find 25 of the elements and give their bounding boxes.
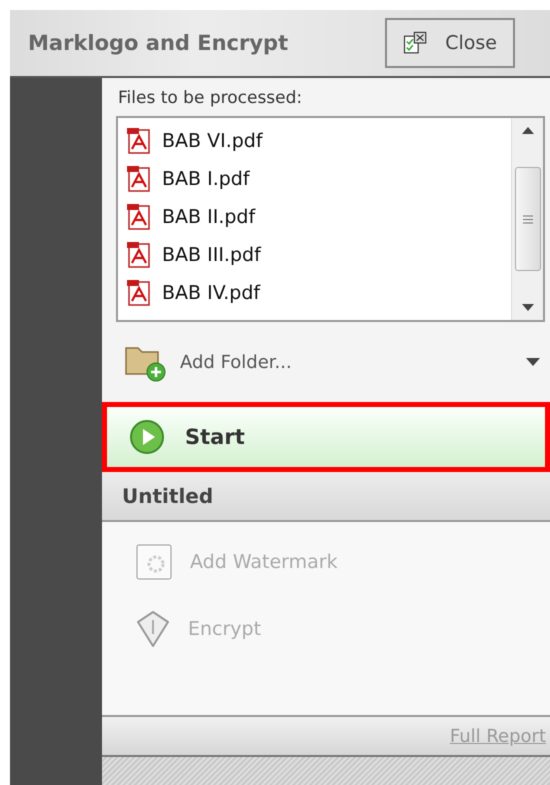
file-name[interactable]: BAB VI.pdf [162, 130, 263, 152]
scroll-bar[interactable] [511, 118, 543, 320]
file-name[interactable]: BAB II.pdf [162, 206, 256, 228]
close-button[interactable]: Close [385, 18, 515, 68]
pdf-file-icon [126, 241, 152, 269]
dropdown-caret-icon [526, 358, 540, 366]
panel-title: Marklogo and Encrypt [28, 31, 288, 55]
gear-icon [136, 544, 172, 580]
files-label: Files to be processed: [117, 87, 304, 108]
pdf-file-icon [126, 203, 152, 231]
scroll-thumb[interactable] [514, 167, 540, 271]
scroll-down-icon [522, 304, 534, 312]
pdf-file-icon [126, 165, 152, 193]
file-name[interactable]: BAB IV.pdf [162, 282, 260, 304]
file-name[interactable]: BAB I.pdf [162, 168, 250, 190]
start-button[interactable]: Start [102, 402, 550, 472]
file-name[interactable]: BAB III.pdf [162, 244, 261, 266]
pdf-file-icon [126, 279, 152, 307]
play-icon [129, 419, 165, 455]
pdf-file-icon [126, 127, 152, 155]
scroll-up-icon [522, 126, 534, 134]
shield-icon [136, 610, 170, 648]
grip-icon [522, 214, 532, 224]
section-title: Untitled [122, 484, 214, 508]
add-folder-button[interactable]: Add Folder... [124, 336, 540, 388]
